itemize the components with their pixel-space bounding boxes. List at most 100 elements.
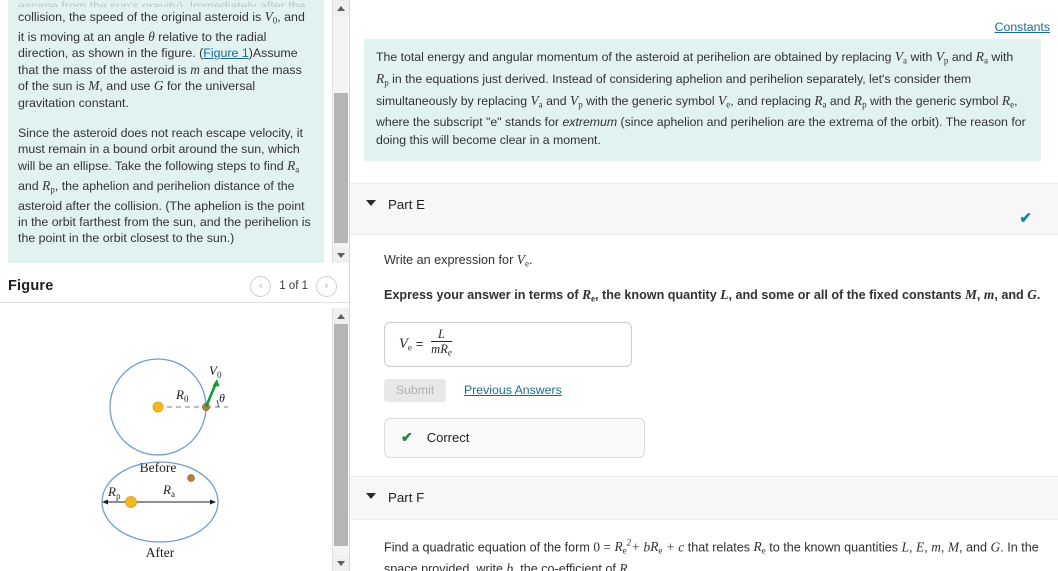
- text-frag: .: [1036, 288, 1041, 303]
- math-Rp-2: Rp: [854, 93, 867, 110]
- text-frag: e: [447, 347, 452, 358]
- text-frag: The total energy and angular momentum of…: [376, 50, 895, 64]
- text-frag: with the generic symbol: [582, 94, 719, 109]
- chevron-up-icon: [337, 313, 345, 319]
- part-e-button-row: Submit Previous Answers: [384, 378, 1042, 402]
- text-frag: e: [407, 342, 412, 353]
- scroll-down-button[interactable]: [333, 247, 349, 263]
- chevron-down-icon[interactable]: [366, 492, 376, 499]
- label-Rp: Rp: [107, 484, 121, 501]
- text-frag: V: [935, 49, 944, 64]
- figure-scrollbar[interactable]: [332, 308, 349, 571]
- text-frag: e: [658, 545, 663, 556]
- math-Ra: Ra: [287, 158, 300, 175]
- math-E: E: [916, 539, 925, 555]
- part-e-instruction: Express your answer in terms of Re, the …: [384, 286, 1042, 308]
- text-frag: , and: [959, 540, 991, 555]
- text-frag: R: [975, 49, 984, 64]
- figure-1-link[interactable]: Figure 1: [203, 46, 248, 60]
- text-frag: to the known quantities: [765, 540, 902, 555]
- figure-counter: 1 of 1: [279, 280, 308, 292]
- problem-statement: escape from the sun's gravity). Immediat…: [8, 0, 324, 263]
- text-frag: R: [753, 539, 762, 555]
- theta-arc: [216, 399, 219, 408]
- constants-row: Constants: [350, 0, 1058, 36]
- figure-title: Figure: [8, 278, 54, 294]
- chevron-down-icon: [337, 560, 345, 566]
- chevron-down-icon[interactable]: [366, 199, 376, 206]
- answer-lhs: Ve: [399, 336, 412, 353]
- part-e-body: Write an expression for Ve. Express your…: [350, 235, 1058, 458]
- velocity-vector: [204, 382, 218, 408]
- math-Re-2: Re: [650, 539, 663, 556]
- text-frag: , and some or all of the fixed constants: [728, 288, 965, 303]
- figure-prev-button[interactable]: ‹: [250, 275, 272, 297]
- problem-panel: escape from the sun's gravity). Immediat…: [0, 0, 350, 571]
- math-m: m: [931, 539, 941, 555]
- text-frag: V: [894, 49, 904, 64]
- math-L: L: [901, 539, 910, 555]
- part-e-feedback-box: ✔ Correct: [384, 417, 645, 458]
- problem-clipped-line: escape from the sun's gravity). Immediat…: [18, 0, 306, 7]
- text-frag: V: [399, 335, 408, 352]
- text-frag: .: [528, 252, 533, 267]
- axis-arrow-right: [210, 499, 216, 505]
- text-frag: ,: [940, 540, 948, 555]
- previous-answers-link[interactable]: Previous Answers: [464, 383, 562, 397]
- submit-button[interactable]: Submit: [384, 378, 446, 402]
- text-frag: with: [907, 50, 936, 64]
- check-icon: ✔: [401, 429, 413, 446]
- math-Ve: Ve: [517, 252, 529, 269]
- text-frag: R: [440, 342, 448, 357]
- scrollbar-thumb[interactable]: [334, 93, 348, 243]
- text-frag: , the aphelion and perihelion distance o…: [18, 178, 311, 246]
- label-Ra: Ra: [162, 482, 175, 499]
- asteroid-marker-after: [187, 474, 195, 482]
- math-plus-b: + b: [631, 539, 651, 555]
- part-f-prompt: Find a quadratic equation of the form 0 …: [384, 534, 1042, 571]
- text-frag: R: [614, 539, 623, 555]
- problem-paragraph-2: Since the asteroid does not reach escape…: [18, 125, 314, 247]
- part-f-header[interactable]: Part F: [350, 475, 1058, 520]
- problem-text-scroll-region: escape from the sun's gravity). Immediat…: [0, 0, 332, 263]
- math-Vp: Vp: [935, 49, 949, 66]
- part-e-header[interactable]: Part E ✔: [350, 182, 1058, 235]
- part-e-answer-field[interactable]: Ve = L mRe: [384, 321, 632, 367]
- math-Re: Re: [1002, 93, 1014, 110]
- math-M: M: [964, 287, 977, 303]
- answer-panel: Constants The total energy and angular m…: [350, 0, 1058, 571]
- label-V0: V0: [209, 363, 222, 380]
- text-frag: ,: [976, 288, 984, 303]
- math-G: G: [1027, 287, 1037, 303]
- text-frag: m: [431, 342, 441, 357]
- figure-scroll-down-button[interactable]: [333, 555, 349, 571]
- text-frag: V: [718, 93, 727, 109]
- sun-marker-after: [125, 496, 137, 508]
- text-frag: that relates: [684, 540, 754, 555]
- text-frag: with the generic symbol: [866, 94, 1002, 109]
- figure-scrollbar-thumb[interactable]: [334, 324, 348, 546]
- assignment-page: escape from the sun's gravity). Immediat…: [0, 0, 1058, 571]
- figure-scroll-up-button[interactable]: [333, 308, 349, 324]
- emphasis-extremum: extremum: [562, 115, 618, 130]
- scroll-up-button[interactable]: [333, 0, 349, 16]
- text-frag: a: [295, 164, 300, 175]
- math-m: m: [190, 61, 200, 77]
- constants-link[interactable]: Constants: [995, 20, 1050, 34]
- text-frag: R: [619, 560, 628, 571]
- text-frag: and: [542, 94, 571, 109]
- text-frag: and: [826, 94, 854, 109]
- velocity-arrowhead: [212, 379, 220, 387]
- chevron-right-icon: ›: [324, 279, 329, 292]
- math-Ve: Ve: [718, 93, 730, 110]
- figure-next-button[interactable]: ›: [316, 275, 337, 297]
- text-frag: R: [582, 287, 592, 303]
- math-Re-sq: Re2: [614, 538, 631, 556]
- fraction-denominator: mRe: [431, 343, 452, 360]
- problem-scrollbar[interactable]: [332, 0, 349, 263]
- math-Vp-2: Vp: [570, 93, 583, 110]
- math-m: m: [983, 287, 995, 303]
- math-G: G: [990, 539, 1001, 555]
- text-frag: , and use: [99, 79, 154, 94]
- math-Re-3: Re: [753, 539, 766, 556]
